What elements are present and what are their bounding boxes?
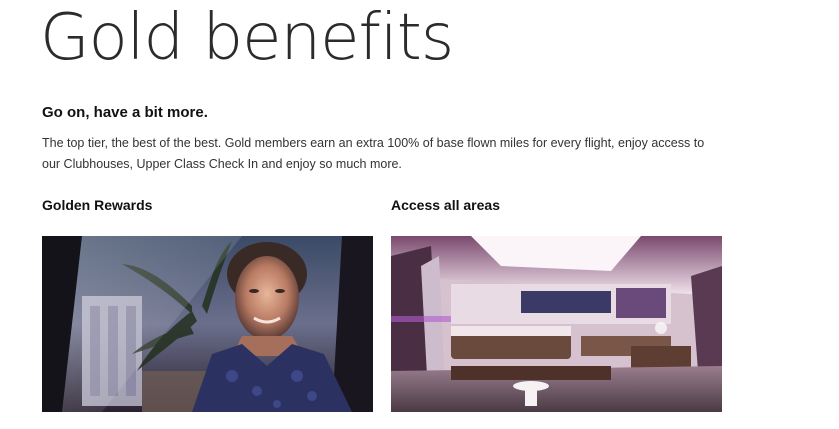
clubhouse-lounge-image (391, 236, 722, 412)
access-all-areas-heading: Access all areas (391, 197, 500, 213)
intro-line-1: The top tier, the best of the best. Gold… (42, 136, 705, 150)
man-in-car-window-image (42, 236, 373, 412)
intro-line-2: our Clubhouses, Upper Class Check In and… (42, 157, 402, 171)
man-in-car-window-photo[interactable] (42, 236, 373, 412)
intro-text: The top tier, the best of the best. Gold… (42, 133, 742, 175)
golden-rewards-heading: Golden Rewards (42, 197, 153, 213)
page-subtitle: Go on, have a bit more. (42, 104, 208, 121)
page-title: Gold benefits (40, 1, 454, 75)
clubhouse-lounge-photo[interactable] (391, 236, 722, 412)
page: Gold benefits Go on, have a bit more. Th… (0, 0, 839, 429)
